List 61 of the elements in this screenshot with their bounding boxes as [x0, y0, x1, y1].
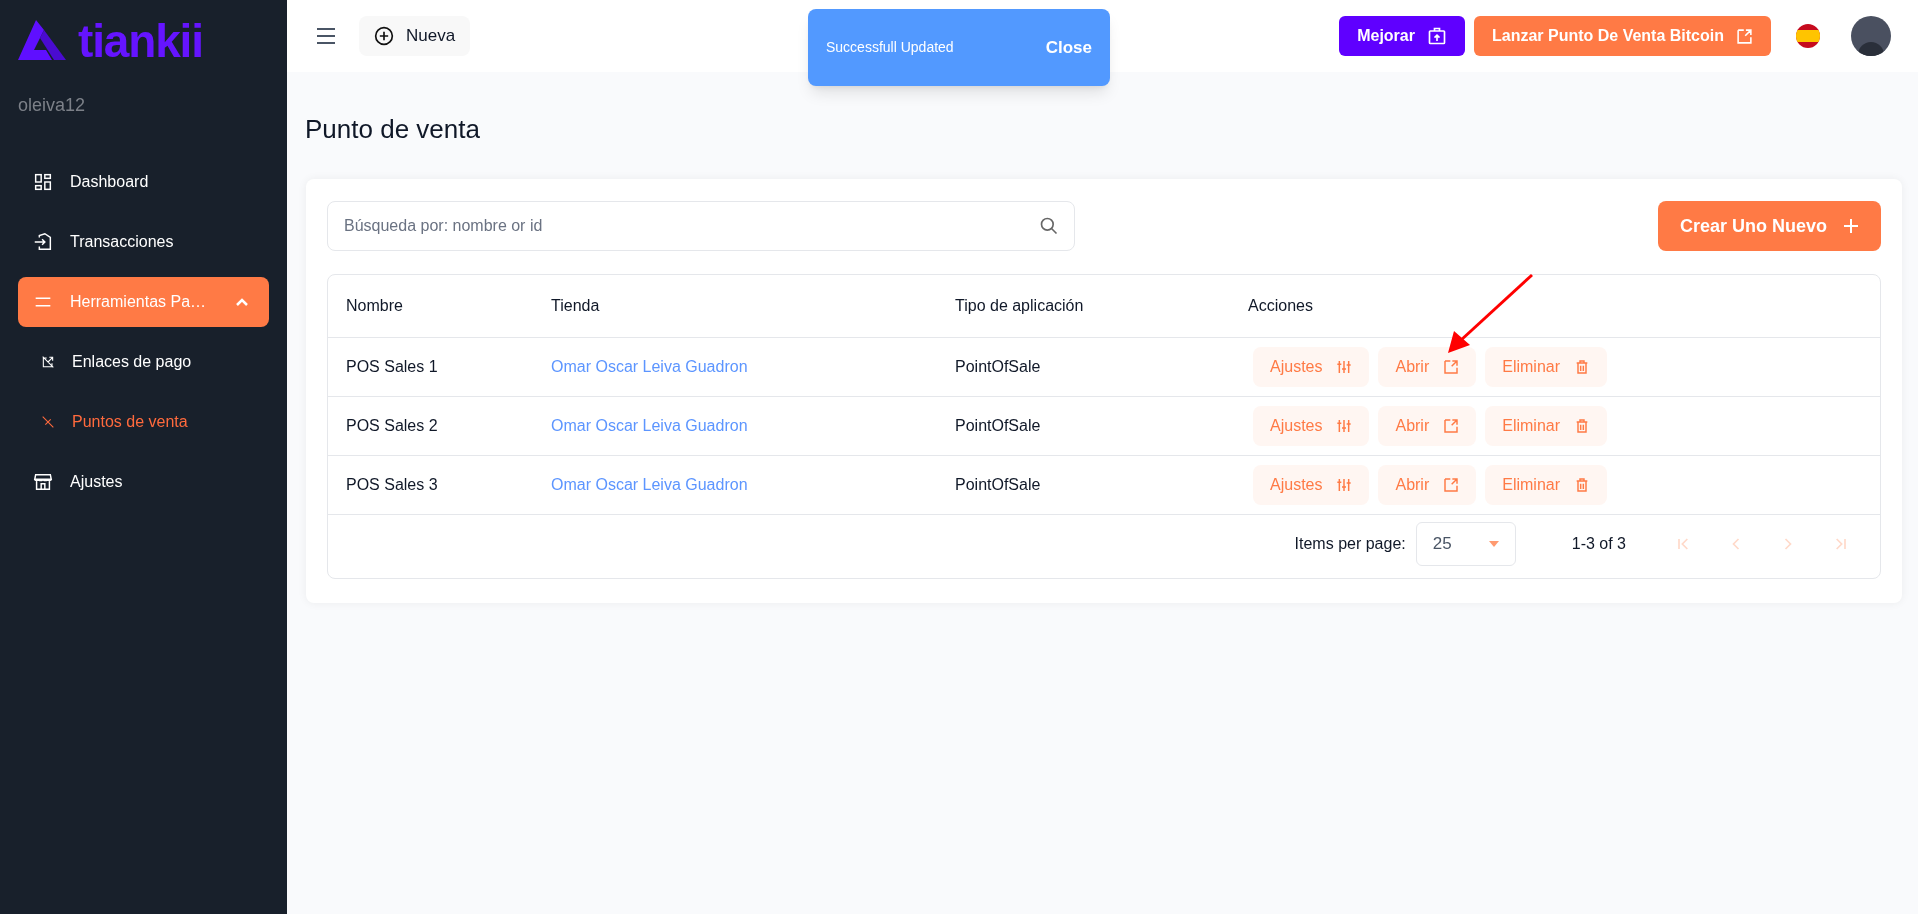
sidebar-item[interactable]: Dashboard: [18, 157, 269, 207]
sidebar-item[interactable]: Puntos de venta: [18, 397, 269, 447]
settings-button[interactable]: Ajustes: [1253, 406, 1370, 446]
toast-message: Successfull Updated: [826, 38, 954, 57]
page-size-select[interactable]: 25: [1415, 521, 1516, 566]
sidebar-item[interactable]: Transacciones: [18, 217, 269, 267]
sliders-icon: [1336, 418, 1353, 434]
search-icon: [1039, 216, 1059, 236]
delete-button[interactable]: Eliminar: [1485, 406, 1608, 446]
username: oleiva12: [18, 94, 87, 117]
brand-logo: tiankii: [78, 18, 203, 64]
external-link-icon: [1443, 359, 1460, 375]
enter-icon: [32, 231, 54, 253]
table-cell-text: POS Sales 1: [346, 357, 439, 377]
store-link[interactable]: Omar Oscar Leiva Guadron: [551, 414, 748, 438]
plus-circle-icon: [374, 26, 394, 46]
external-link-icon: [1443, 477, 1460, 493]
launch-pos-button[interactable]: Lanzar Punto De Venta Bitcoin: [1473, 16, 1771, 56]
delete-button[interactable]: Eliminar: [1485, 465, 1608, 505]
search-field[interactable]: Búsqueda por: nombre or id: [327, 201, 1075, 251]
column-header: Nombre: [346, 296, 404, 316]
sidebar-group[interactable]: Herramientas Pa…: [18, 277, 269, 327]
plus-icon: [1843, 218, 1859, 234]
items-per-page-label: Items per page:: [1294, 533, 1406, 554]
sidebar-item[interactable]: Ajustes: [18, 457, 269, 507]
table-cell-text: POS Sales 2: [346, 416, 439, 436]
sliders-icon: [1336, 477, 1353, 493]
page-title: Punto de venta: [305, 113, 481, 146]
user-avatar[interactable]: [1851, 16, 1891, 56]
store-link[interactable]: Omar Oscar Leiva Guadron: [551, 473, 748, 497]
store-link[interactable]: Omar Oscar Leiva Guadron: [551, 355, 748, 379]
dropdown-caret-icon: [1488, 540, 1499, 547]
toast-close-button[interactable]: Close: [1045, 34, 1092, 61]
spain-flag-icon[interactable]: [1795, 23, 1821, 49]
column-header: Tipo de aplicación: [955, 296, 1085, 316]
slash-icon: [40, 414, 56, 430]
dashboard-icon: [32, 171, 54, 193]
table-cell-text: POS Sales 3: [346, 475, 439, 495]
create-new-button[interactable]: Crear Uno Nuevo: [1657, 201, 1881, 251]
external-link-icon: [1443, 418, 1460, 434]
sliders-icon: [1336, 359, 1353, 375]
column-header: Tienda: [551, 296, 601, 316]
new-button[interactable]: Nueva: [359, 16, 471, 56]
briefcase-icon: [1426, 26, 1447, 46]
page-range: 1-3 of 3: [1571, 533, 1626, 554]
table-cell-text: PointOfSale: [955, 357, 1042, 377]
table-cell-text: PointOfSale: [955, 416, 1042, 436]
store-icon: [32, 471, 54, 493]
external-link-icon: [1736, 27, 1753, 45]
settings-button[interactable]: Ajustes: [1253, 347, 1370, 387]
open-button[interactable]: Abrir: [1378, 406, 1477, 446]
column-header: Acciones: [1248, 296, 1314, 316]
sidebar-item[interactable]: Enlaces de pago: [18, 337, 269, 387]
settings-button[interactable]: Ajustes: [1253, 465, 1370, 505]
table-cell-text: PointOfSale: [955, 475, 1042, 495]
open-button[interactable]: Abrir: [1378, 347, 1477, 387]
logo-icon: [18, 20, 66, 62]
link-off-icon: [40, 354, 56, 370]
delete-button[interactable]: Eliminar: [1485, 347, 1608, 387]
open-button[interactable]: Abrir: [1378, 465, 1477, 505]
upgrade-button[interactable]: Mejorar: [1339, 16, 1465, 56]
